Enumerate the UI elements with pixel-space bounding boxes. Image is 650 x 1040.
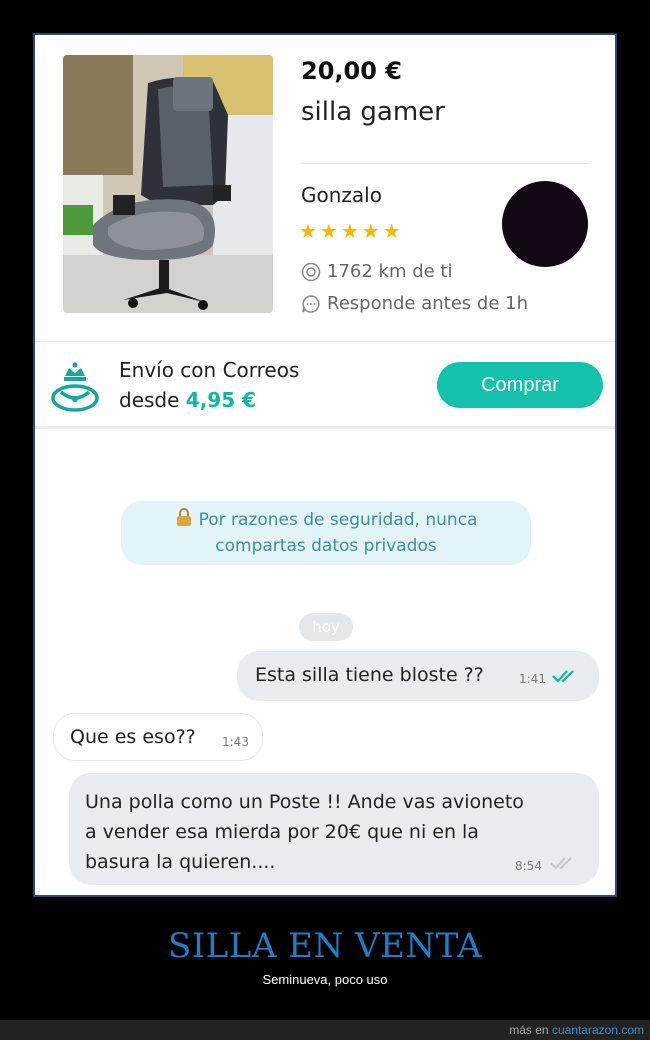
footer-text: más en cuantarazon.com [509, 1023, 644, 1037]
divider [301, 163, 589, 164]
message-bubble-sent[interactable]: Una polla como un Poste !! Ande vas avio… [69, 773, 599, 885]
correos-logo-icon [51, 362, 99, 412]
message-time: 1:41 [519, 672, 546, 686]
message-time: 1:43 [222, 735, 249, 749]
message-text-line: basura la quieren.... [85, 851, 276, 873]
footer-site-link[interactable]: cuantarazon.com [552, 1023, 644, 1037]
footer-bar: más en cuantarazon.com [0, 1020, 650, 1040]
distance-text: 1762 km de ti [327, 261, 453, 282]
shipping-bar: Envío con Correos desde 4,95 € Comprar [35, 341, 615, 429]
day-separator: hoy [299, 613, 353, 641]
security-notice-line2: compartas datos privados [215, 536, 437, 556]
shipping-price-line: desde 4,95 € [119, 388, 256, 412]
security-notice: Por razones de seguridad, nunca comparta… [121, 501, 531, 565]
response-row: Responde antes de 1h [301, 293, 528, 314]
product-header: 20,00 € silla gamer Gonzalo ★★★★★ 1762 k… [35, 35, 615, 341]
double-check-read-icon [552, 670, 574, 683]
screenshot-frame: 20,00 € silla gamer Gonzalo ★★★★★ 1762 k… [33, 33, 617, 897]
security-notice-line1: Por razones de seguridad, nunca [198, 510, 478, 530]
message-text-line: Una polla como un Poste !! Ande vas avio… [85, 791, 524, 813]
message-text: Esta silla tiene bloste ?? [255, 664, 484, 686]
message-text: Que es eso?? [70, 726, 196, 748]
message-time: 8:54 [515, 859, 542, 873]
distance-row: 1762 km de ti [301, 261, 453, 282]
seller-avatar[interactable] [502, 181, 588, 267]
lock-icon [176, 508, 191, 526]
caption-subtitle: Seminueva, poco uso [262, 972, 388, 987]
location-pin-icon [301, 262, 321, 281]
message-text-line: a vender esa mierda por 20€ que ni en la [85, 821, 479, 843]
message-bubble-received[interactable]: Que es eso?? 1:43 [53, 713, 263, 761]
shipping-amount: 4,95 € [185, 388, 257, 412]
double-check-delivered-icon [550, 857, 572, 870]
shipping-label: Envío con Correos [119, 358, 300, 382]
seller-name[interactable]: Gonzalo [301, 183, 382, 207]
chat-bubble-icon [302, 294, 320, 313]
footer-prefix: más en [509, 1023, 549, 1037]
response-time-text: Responde antes de 1h [327, 293, 528, 314]
buy-button[interactable]: Comprar [437, 362, 603, 408]
rating-stars: ★★★★★ [299, 219, 404, 243]
desde-label: desde [119, 388, 180, 412]
product-title: silla gamer [301, 97, 445, 127]
message-bubble-sent[interactable]: Esta silla tiene bloste ?? 1:41 [237, 651, 599, 701]
security-notice-line1-row: Por razones de seguridad, nunca [121, 507, 531, 533]
price: 20,00 € [301, 57, 402, 85]
chat-area[interactable]: Por razones de seguridad, nunca comparta… [35, 429, 615, 895]
product-photo[interactable] [63, 55, 273, 313]
chair-photo-illustration [63, 55, 273, 313]
caption-title: SILLA EN VENTA [167, 926, 483, 966]
